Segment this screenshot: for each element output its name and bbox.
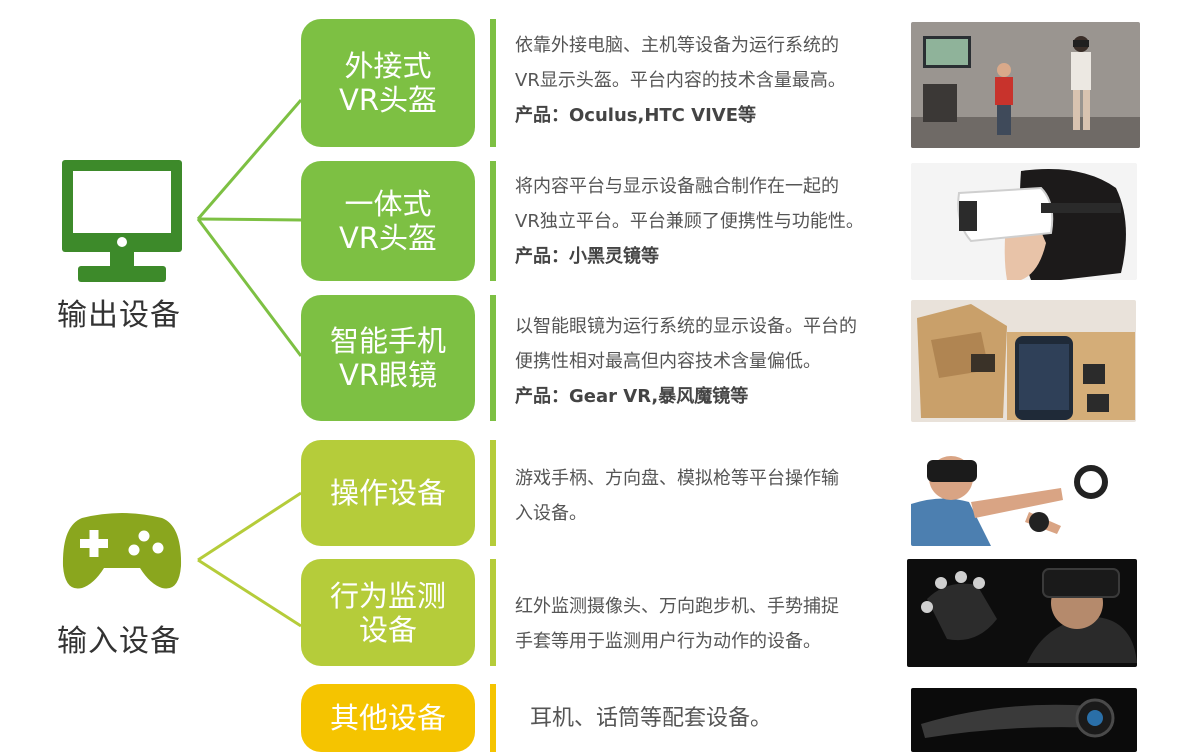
description-line: 依靠外接电脑、主机等设备为运行系统的 [515, 35, 839, 56]
gamepad-icon [62, 504, 182, 598]
device-box-standalone-vr-headset: 一体式 VR头盔 [301, 161, 475, 281]
description-line: 将内容平台与显示设备融合制作在一起的 [515, 176, 839, 197]
cardboard-phone-photo [911, 300, 1136, 422]
divider-bar [490, 161, 496, 281]
device-box-phone-vr-glasses: 智能手机 VR眼镜 [301, 295, 475, 421]
woman-headset-photo [911, 163, 1137, 280]
device-box-behavior-monitoring: 行为监测 设备 [301, 559, 475, 666]
device-title-line: 智能手机 [329, 324, 446, 358]
product-line: 产品：小黑灵镜等 [515, 246, 659, 267]
product-line: 产品：Oculus,HTC VIVE等 [515, 105, 756, 126]
device-description: 以智能眼镜为运行系统的显示设备。平台的 便携性相对最高但内容技术含量偏低。 产品… [515, 309, 905, 414]
description-line: 红外监测摄像头、万向跑步机、手势捕捉 [515, 596, 839, 617]
description-line: VR显示头盔。平台内容的技术含量最高。 [515, 70, 846, 91]
product-line: 产品：Gear VR,暴风魔镜等 [515, 386, 749, 407]
room-vr-demo-photo [911, 22, 1140, 148]
device-description: 耳机、话筒等配套设备。 [530, 702, 920, 736]
output-category-label: 输出设备 [57, 298, 181, 333]
device-description: 红外监测摄像头、万向跑步机、手势捕捉 手套等用于监测用户行为动作的设备。 [515, 589, 905, 659]
connector-line [197, 217, 302, 222]
device-title-line: 其他设备 [329, 701, 446, 735]
device-box-control-devices: 操作设备 [301, 440, 475, 546]
motion-glove-photo [907, 559, 1137, 667]
description-line: 以智能眼镜为运行系统的显示设备。平台的 [515, 316, 857, 337]
device-title-line: 设备 [358, 612, 417, 647]
connector-line [196, 99, 303, 220]
device-title-line: VR头盔 [339, 83, 437, 117]
monitor-icon [62, 160, 182, 286]
headset-device-photo [911, 688, 1137, 752]
device-title-line: 一体式 [344, 187, 432, 221]
divider-bar [490, 19, 496, 147]
connector-line [197, 491, 302, 562]
description-line: VR独立平台。平台兼顾了便携性与功能性。 [515, 211, 864, 232]
divider-bar [490, 295, 496, 421]
controller-user-photo [911, 442, 1137, 546]
device-box-external-vr-headset: 外接式 VR头盔 [301, 19, 475, 147]
input-category-label: 输入设备 [57, 624, 181, 659]
description-line: 便携性相对最高但内容技术含量偏低。 [515, 351, 821, 372]
device-title-line: VR眼镜 [339, 358, 437, 392]
device-title-line: 外接式 [344, 49, 432, 83]
device-title-line: 操作设备 [329, 476, 446, 510]
device-description: 依靠外接电脑、主机等设备为运行系统的 VR显示头盔。平台内容的技术含量最高。 产… [515, 28, 905, 133]
divider-bar [490, 684, 496, 752]
description-line: 手套等用于监测用户行为动作的设备。 [515, 631, 821, 652]
device-title-line: 行为监测 [329, 578, 446, 613]
divider-bar [490, 559, 496, 666]
description-line: 入设备。 [515, 503, 587, 524]
description-line: 游戏手柄、方向盘、模拟枪等平台操作输 [515, 468, 839, 489]
connector-line [197, 558, 302, 628]
description-line: 耳机、话筒等配套设备。 [530, 706, 773, 731]
connector-line [196, 218, 303, 357]
device-description: 将内容平台与显示设备融合制作在一起的 VR独立平台。平台兼顾了便携性与功能性。 … [515, 169, 905, 274]
divider-bar [490, 440, 496, 546]
device-box-other-devices: 其他设备 [301, 684, 475, 752]
device-description: 游戏手柄、方向盘、模拟枪等平台操作输 入设备。 [515, 461, 905, 531]
device-title-line: VR头盔 [339, 221, 437, 255]
